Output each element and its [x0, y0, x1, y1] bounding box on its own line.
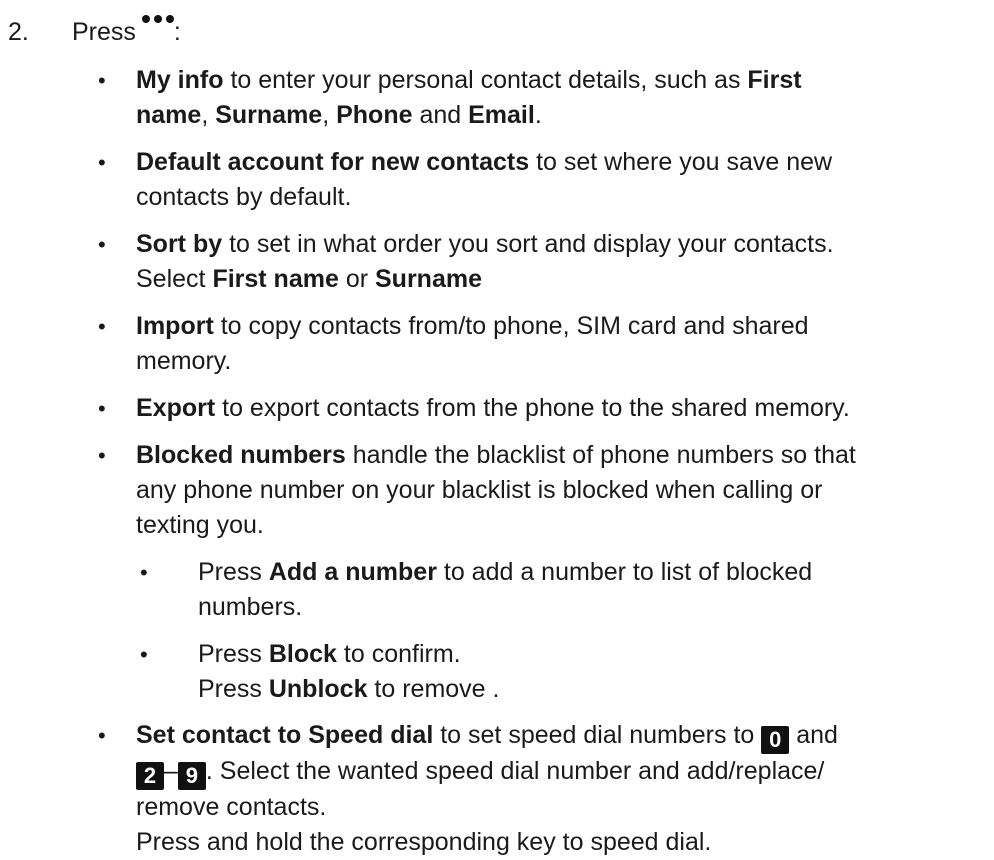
item-term: Default account for new contacts — [136, 148, 530, 176]
item-term: Import — [136, 312, 214, 340]
item-text: or — [338, 265, 375, 293]
dash: – — [164, 757, 178, 785]
item-term: Surname — [215, 101, 323, 129]
item-text: to enter your personal contact details, … — [223, 66, 748, 94]
item-text: Select — [136, 265, 213, 293]
item-text: to copy contacts from/to phone, SIM card… — [213, 312, 809, 340]
bullet-dot: • — [98, 232, 106, 257]
item-term: Add a number — [268, 558, 437, 586]
item-term: Unblock — [268, 675, 368, 703]
key-9-icon: 9 — [177, 762, 206, 790]
press-label: Press — [72, 18, 136, 46]
item-term: Block — [268, 640, 337, 668]
bullet-dot: • — [98, 314, 106, 339]
item-term: Email — [468, 101, 535, 129]
key-2-icon: 2 — [136, 762, 164, 790]
key-0-icon: 0 — [761, 726, 790, 754]
item-text: to add a number to list of blocked — [436, 558, 813, 586]
item-text: to export contacts from the phone to the… — [215, 394, 850, 422]
step-number: 2. — [8, 18, 29, 46]
item-text: texting you. — [136, 511, 264, 539]
bullet-dot: • — [98, 443, 106, 468]
item-text: , — [322, 101, 337, 129]
item-text: Press — [198, 640, 269, 668]
item-text: any phone number on your blacklist is bl… — [136, 476, 823, 504]
bullet-dot: • — [140, 642, 148, 667]
item-term: name — [136, 101, 202, 129]
item-text: remove contacts. — [136, 793, 327, 821]
item-text: . Select the wanted speed dial number an… — [205, 757, 825, 785]
item-text: . — [534, 101, 542, 129]
item-text: to remove . — [367, 675, 500, 703]
item-text: to set where you save new — [529, 148, 833, 176]
item-term: Export — [136, 394, 216, 422]
item-text: numbers. — [198, 593, 303, 621]
item-text: contacts by default. — [136, 183, 352, 211]
bullet-dot: • — [98, 150, 106, 175]
item-text: , — [201, 101, 216, 129]
bullet-dot: • — [98, 723, 106, 748]
item-text: handle the blacklist of phone numbers so… — [345, 441, 856, 469]
item-term: My info — [136, 66, 224, 94]
manual-page: 2. Press : • My info to enter your perso… — [0, 0, 994, 856]
bullet-dot: • — [140, 560, 148, 585]
item-text: Press — [198, 558, 269, 586]
step-header: 2. Press : — [8, 14, 181, 50]
item-text: and — [789, 721, 838, 749]
item-text: Press and hold the corresponding key to … — [136, 828, 712, 856]
item-term: First name — [212, 265, 339, 293]
item-term: Phone — [336, 101, 413, 129]
item-text: to confirm. — [336, 640, 461, 668]
item-term: Blocked numbers — [136, 441, 346, 469]
item-text: to set speed dial numbers to — [433, 721, 762, 749]
bullet-dot: • — [98, 396, 106, 421]
item-text: and — [412, 101, 469, 129]
item-text: to set in what order you sort and displa… — [222, 230, 834, 258]
item-term: Sort by — [136, 230, 223, 258]
bullet-dot: • — [98, 68, 106, 93]
item-term: Surname — [375, 265, 482, 293]
item-text: memory. — [136, 347, 232, 375]
item-term: First — [747, 66, 802, 94]
menu-dots-icon — [138, 14, 182, 50]
item-term: Set contact to Speed dial — [136, 721, 434, 749]
item-text: Press — [198, 675, 269, 703]
